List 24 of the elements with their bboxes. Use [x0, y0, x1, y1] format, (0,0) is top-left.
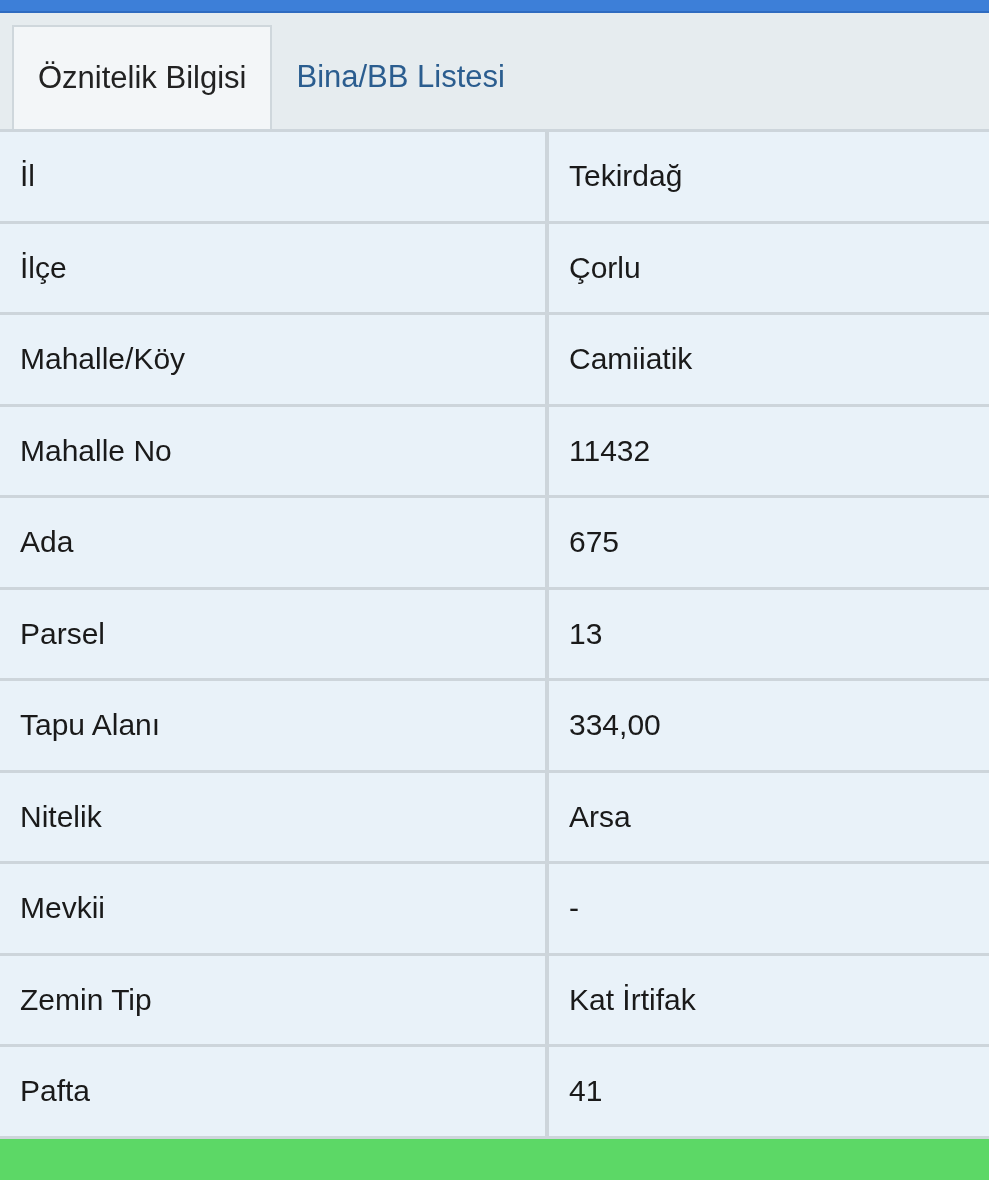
table-cell: 11432 [549, 406, 989, 495]
table-cell: Mevkii [0, 864, 545, 953]
table-cell: Tapu Alanı [0, 681, 545, 770]
table-cell: Nitelik [0, 772, 545, 861]
table-cell: Tekirdağ [549, 132, 989, 221]
table-cell: 13 [549, 589, 989, 678]
table-cell: Arsa [549, 772, 989, 861]
table-cell: Kat İrtifak [549, 955, 989, 1044]
tab[interactable]: Bina/BB Listesi [272, 25, 529, 129]
table-cell: Pafta [0, 1047, 545, 1136]
table-cell: Camiiatik [549, 315, 989, 404]
table-cell: Zemin Tip [0, 955, 545, 1044]
table-cell: Mahalle/Köy [0, 315, 545, 404]
table-cell: Ada [0, 498, 545, 587]
table-cell: 675 [549, 498, 989, 587]
table-cell: Parsel [0, 589, 545, 678]
table-cell: 334,00 [549, 681, 989, 770]
table-cell: 41 [549, 1047, 989, 1136]
table-cell: İl [0, 132, 545, 221]
table-cell: Mahalle No [0, 406, 545, 495]
table-cell: Çorlu [549, 223, 989, 312]
table-cell: - [549, 864, 989, 953]
table-cell: İlçe [0, 223, 545, 312]
tab[interactable]: Öznitelik Bilgisi [12, 25, 273, 129]
